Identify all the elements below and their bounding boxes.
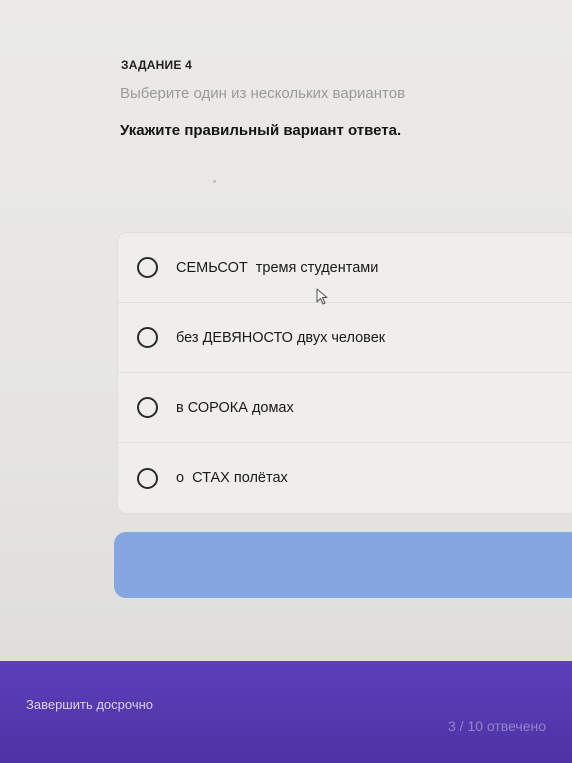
radio-unchecked-icon[interactable] bbox=[137, 327, 158, 348]
task-label: ЗАДАНИЕ 4 bbox=[121, 58, 192, 72]
answer-option-label: о СТАХ полётах bbox=[176, 470, 288, 486]
answer-option-label: СЕМЬСОТ тремя студентами bbox=[176, 259, 379, 276]
answer-option-label: без ДЕВЯНОСТО двух человек bbox=[176, 329, 386, 346]
screen-smudge bbox=[213, 180, 216, 183]
answer-option[interactable]: о СТАХ полётах bbox=[118, 443, 572, 513]
answer-option-label: в СОРОКА домах bbox=[176, 399, 294, 416]
finish-early-link[interactable]: Завершить досрочно bbox=[26, 697, 153, 712]
answer-option[interactable]: в СОРОКА домах bbox=[118, 373, 572, 443]
task-subtitle: Выберите один из нескольких вариантов bbox=[120, 85, 406, 102]
radio-unchecked-icon[interactable] bbox=[137, 397, 158, 418]
quiz-page: ЗАДАНИЕ 4 Выберите один из нескольких ва… bbox=[0, 0, 572, 763]
mouse-cursor-icon bbox=[316, 288, 328, 305]
options-card: СЕМЬСОТ тремя студентами без ДЕВЯНОСТО д… bbox=[117, 232, 572, 514]
footer-bar: Завершить досрочно 3 / 10 отвечено bbox=[0, 661, 572, 763]
answer-option[interactable]: без ДЕВЯНОСТО двух человек bbox=[118, 303, 572, 373]
progress-counter: 3 / 10 отвечено bbox=[447, 718, 546, 734]
question-text: Укажите правильный вариант ответа. bbox=[120, 122, 402, 139]
answer-option[interactable]: СЕМЬСОТ тремя студентами bbox=[118, 233, 572, 303]
answer-button[interactable] bbox=[114, 532, 572, 598]
radio-unchecked-icon[interactable] bbox=[137, 467, 158, 489]
radio-unchecked-icon[interactable] bbox=[137, 257, 158, 278]
